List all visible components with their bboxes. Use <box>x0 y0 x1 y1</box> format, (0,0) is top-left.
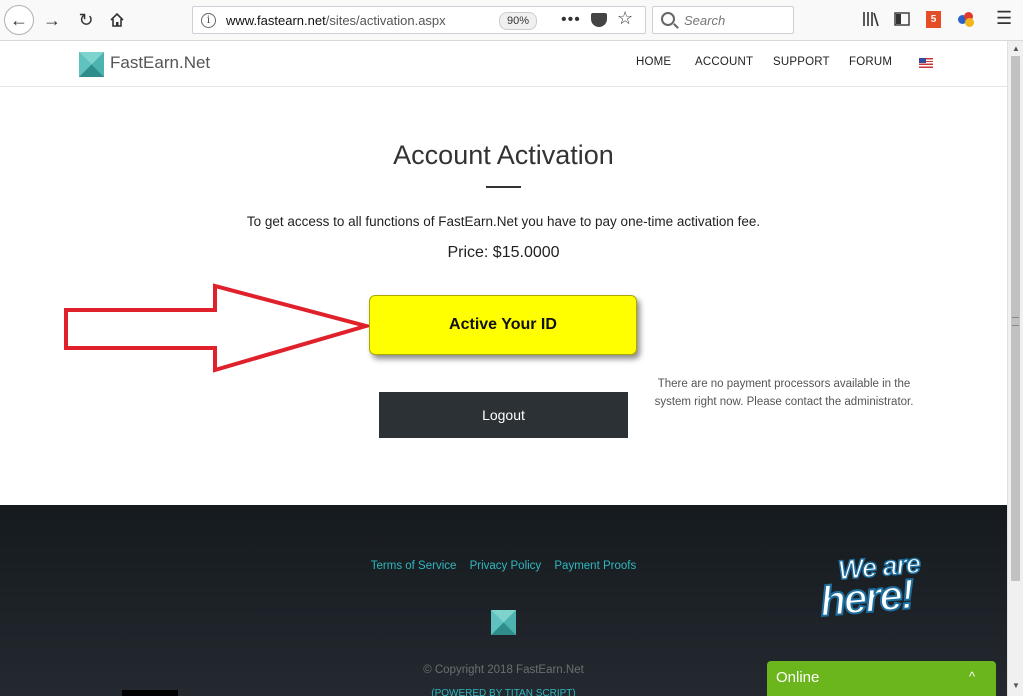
reload-icon: ↻ <box>78 9 94 30</box>
chat-badge-line2: here! <box>817 569 915 626</box>
back-arrow-icon: ← <box>10 9 28 30</box>
fastearn-logo-icon[interactable] <box>79 52 104 77</box>
search-icon <box>661 12 675 26</box>
search-input[interactable]: Search <box>652 6 794 34</box>
sidebar-icon[interactable] <box>894 10 910 28</box>
nav-account[interactable]: ACCOUNT <box>695 56 753 68</box>
reload-button[interactable]: ↻ <box>72 6 100 34</box>
activation-description: To get access to all functions of FastEa… <box>246 214 761 229</box>
activation-price: Price: $15.0000 <box>447 244 560 261</box>
scroll-down-icon[interactable]: ▼ <box>1012 681 1020 690</box>
html5-extension-icon[interactable]: 5 <box>926 11 941 28</box>
bookmark-star-icon[interactable]: ☆ <box>617 8 633 29</box>
search-placeholder: Search <box>684 13 726 28</box>
scrollbar-grip <box>1012 317 1019 326</box>
zoom-indicator[interactable]: 90% <box>499 12 537 30</box>
chat-online-bar[interactable]: Online ^ <box>767 661 996 696</box>
browser-toolbar: ← → ↻ i www.fastearn.net/sites/activatio… <box>0 0 1023 41</box>
footer-logo-icon <box>491 610 516 635</box>
dark-bar <box>122 690 178 696</box>
logout-button[interactable]: Logout <box>379 392 628 438</box>
site-navbar: FastEarn.Net HOME ACCOUNT SUPPORT FORUM <box>0 41 1007 87</box>
home-button[interactable] <box>103 6 131 34</box>
privacy-policy-link[interactable]: Privacy Policy <box>470 560 542 572</box>
nav-home[interactable]: HOME <box>636 56 671 68</box>
page-scrollbar[interactable]: ▲ ▼ <box>1007 41 1023 696</box>
site-info-icon[interactable]: i <box>201 13 216 28</box>
chat-status-label: Online <box>776 669 820 686</box>
page-actions-icon[interactable]: ••• <box>561 11 581 29</box>
payment-processor-note: There are no payment processors availabl… <box>654 378 914 408</box>
chevron-up-icon[interactable]: ^ <box>969 669 975 684</box>
page-title: Account Activation <box>393 140 614 170</box>
back-button[interactable]: ← <box>4 5 34 35</box>
forward-button[interactable]: → <box>38 6 66 34</box>
logo-text[interactable]: FastEarn.Net <box>110 53 210 73</box>
hamburger-icon[interactable]: ☰ <box>996 8 1012 29</box>
forward-arrow-icon: → <box>43 9 61 30</box>
address-bar[interactable]: i www.fastearn.net/sites/activation.aspx… <box>192 6 646 34</box>
nav-forum[interactable]: FORUM <box>849 56 892 68</box>
us-flag-icon[interactable] <box>919 58 933 68</box>
terms-of-service-link[interactable]: Terms of Service <box>371 560 457 572</box>
payment-proofs-link[interactable]: Payment Proofs <box>554 560 636 572</box>
nav-support[interactable]: SUPPORT <box>773 56 830 68</box>
chat-badge[interactable]: We are here! <box>817 548 948 626</box>
url-text[interactable]: www.fastearn.net/sites/activation.aspx <box>226 13 446 28</box>
red-arrow-annotation <box>64 283 374 373</box>
scroll-up-icon[interactable]: ▲ <box>1012 44 1020 53</box>
extension-icon[interactable] <box>958 12 976 28</box>
library-icon[interactable] <box>862 10 880 28</box>
activate-id-button[interactable]: Active Your ID <box>369 295 637 355</box>
title-divider <box>486 186 521 188</box>
home-icon <box>110 12 124 27</box>
pocket-icon[interactable] <box>591 13 607 27</box>
